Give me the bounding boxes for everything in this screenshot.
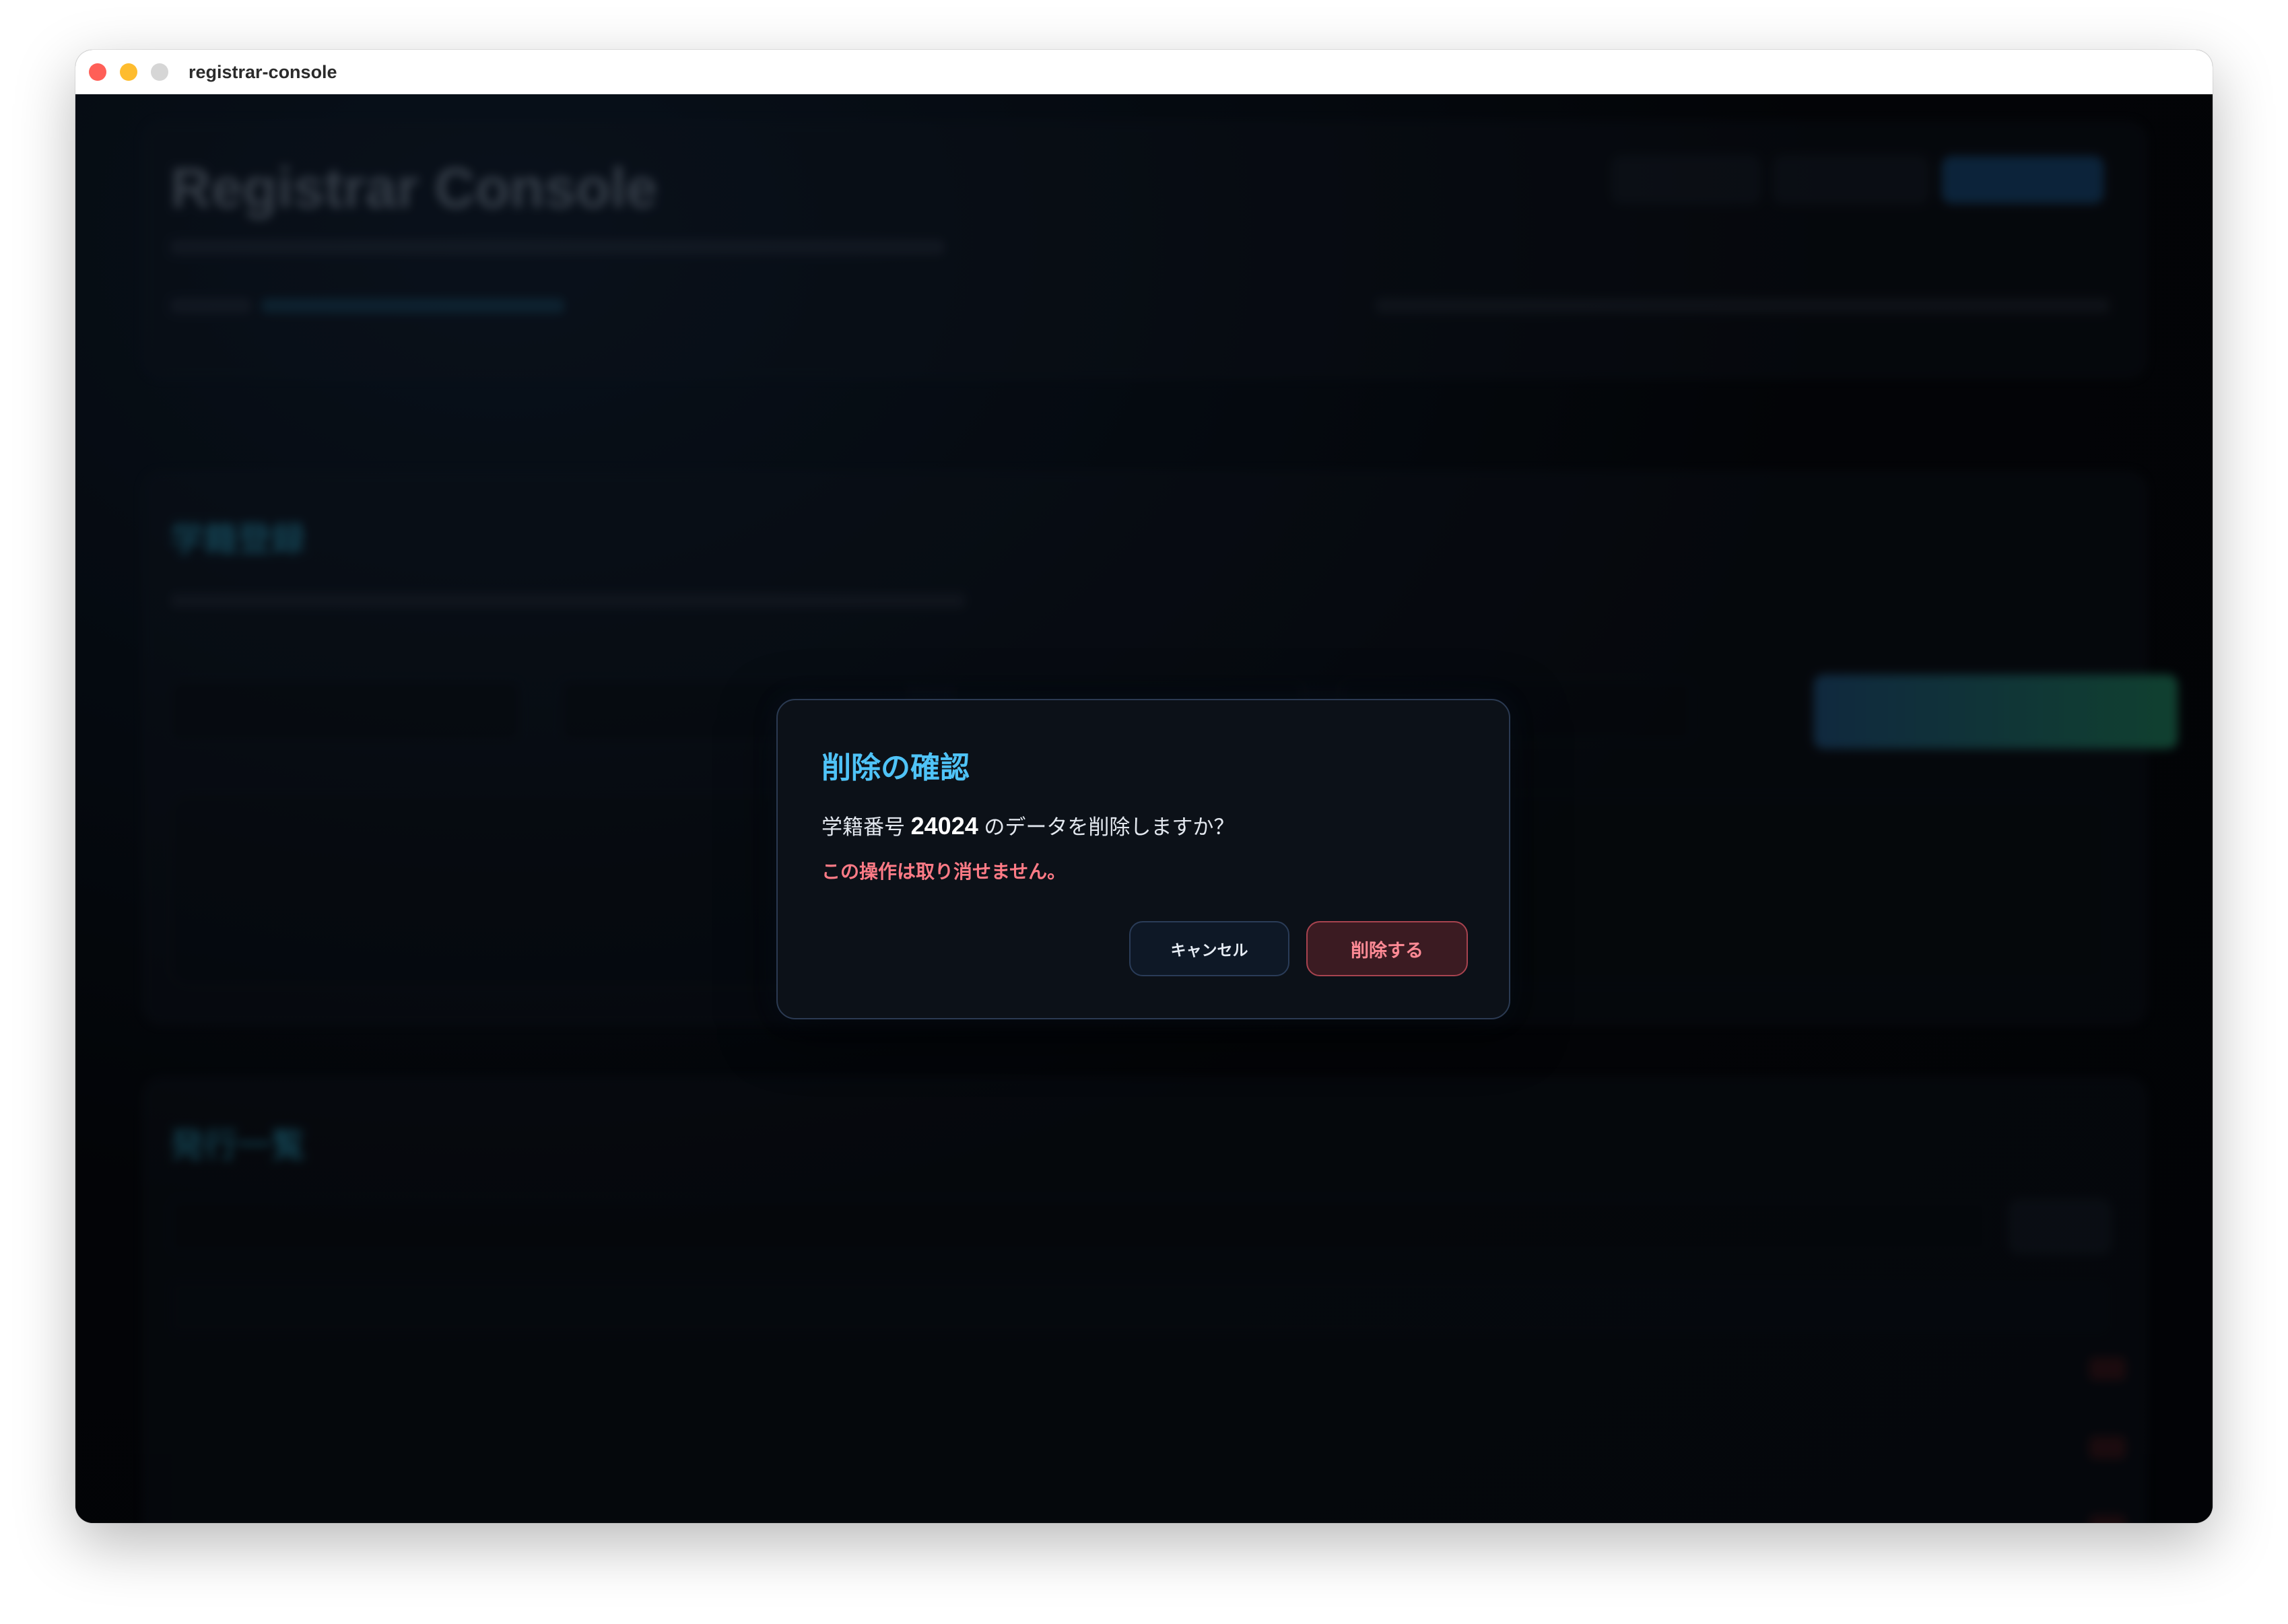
minimize-window-button[interactable] bbox=[120, 63, 137, 81]
dialog-warning: この操作は取り消せません。 bbox=[821, 861, 1067, 882]
cancel-button[interactable]: キャンセル bbox=[1129, 921, 1289, 976]
dialog-student-id: 24024 bbox=[910, 812, 978, 840]
title-bar: registrar-console bbox=[75, 50, 2213, 95]
window-title: registrar-console bbox=[189, 62, 337, 82]
app-window: registrar-console Registrar Console 学籍登録 bbox=[75, 50, 2213, 1523]
app-content: Registrar Console 学籍登録 発行一覧 削除の確認 学籍番号 2… bbox=[75, 94, 2213, 1523]
zoom-window-button[interactable] bbox=[151, 63, 168, 81]
dialog-title: 削除の確認 bbox=[821, 751, 970, 784]
dialog-message: 学籍番号 24024 のデータを削除しますか？ bbox=[821, 810, 1234, 840]
delete-confirm-dialog: 削除の確認 学籍番号 24024 のデータを削除しますか？ この操作は取り消せま… bbox=[776, 699, 1510, 1019]
confirm-delete-button[interactable]: 削除する bbox=[1306, 921, 1468, 976]
close-window-button[interactable] bbox=[89, 63, 106, 81]
dialog-message-prefix: 学籍番号 bbox=[821, 815, 905, 839]
dialog-message-suffix: のデータを削除しますか？ bbox=[984, 815, 1235, 839]
